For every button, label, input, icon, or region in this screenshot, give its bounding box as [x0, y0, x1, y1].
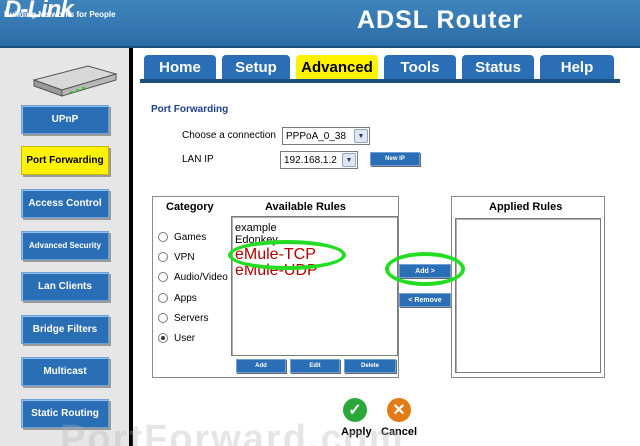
- category-label: Audio/Video: [174, 271, 228, 283]
- category-games[interactable]: Games: [158, 230, 206, 244]
- highlight-circle: [228, 240, 346, 270]
- product-title: ADSL Router: [357, 6, 524, 34]
- logo-tagline: Building Networks for People: [4, 10, 116, 19]
- sidebar-item-advanced-security[interactable]: Advanced Security: [21, 231, 109, 260]
- category-label: Apps: [174, 292, 197, 304]
- sidebar-item-port-forwarding[interactable]: Port Forwarding: [21, 146, 109, 175]
- lan-ip-select-value: 192.168.1.2: [284, 154, 337, 166]
- delete-rule-button[interactable]: Delete: [344, 359, 396, 373]
- lan-ip-select[interactable]: 192.168.1.2 ▼: [280, 151, 358, 169]
- tab-underline: [140, 79, 620, 83]
- new-ip-button[interactable]: New IP: [370, 152, 420, 166]
- connection-select[interactable]: PPPoA_0_38 ▼: [282, 127, 370, 145]
- sidebar-divider: [129, 48, 133, 446]
- router-device-icon: [32, 65, 118, 97]
- chevron-down-icon: ▼: [354, 129, 368, 143]
- add-rule-def-button[interactable]: Add: [236, 359, 286, 373]
- sidebar-item-multicast[interactable]: Multicast: [21, 357, 109, 386]
- edit-rule-button[interactable]: Edit: [290, 359, 340, 373]
- category-label: VPN: [174, 251, 195, 263]
- chevron-down-icon: ▼: [342, 153, 356, 167]
- category-label: Servers: [174, 312, 209, 324]
- highlight-circle: [385, 252, 465, 286]
- radio-icon: [158, 232, 168, 242]
- tab-home[interactable]: Home: [142, 53, 218, 79]
- category-vpn[interactable]: VPN: [158, 250, 195, 264]
- page-title: Port Forwarding: [151, 104, 229, 115]
- radio-icon: [158, 272, 168, 282]
- connection-select-value: PPPoA_0_38: [286, 130, 347, 142]
- list-item[interactable]: example: [235, 222, 277, 234]
- radio-icon: [158, 293, 168, 303]
- tab-status[interactable]: Status: [460, 53, 536, 79]
- sidebar-item-bridge-filters[interactable]: Bridge Filters: [21, 315, 109, 344]
- remove-from-applied-button[interactable]: < Remove: [399, 293, 451, 307]
- tab-help[interactable]: Help: [538, 53, 616, 79]
- applied-rules-list[interactable]: [455, 218, 601, 373]
- radio-selected-icon: [158, 333, 168, 343]
- category-label: User: [174, 332, 196, 344]
- header-bar: D-Link Building Networks for People ADSL…: [0, 0, 640, 48]
- category-audio-video[interactable]: Audio/Video: [158, 270, 228, 284]
- category-user[interactable]: User: [158, 331, 195, 345]
- lan-ip-label: LAN IP: [182, 154, 214, 165]
- router-admin-page: D-Link Building Networks for People ADSL…: [0, 0, 640, 446]
- sidebar-item-upnp[interactable]: UPnP: [21, 105, 109, 134]
- available-rules-header: Available Rules: [265, 201, 346, 213]
- sidebar-item-access-control[interactable]: Access Control: [21, 189, 109, 218]
- category-label: Games: [174, 231, 207, 243]
- category-header: Category: [166, 201, 214, 213]
- available-rules-list[interactable]: example Edonkey eMule-TCP eMule-UDP: [231, 216, 398, 356]
- applied-rules-header: Applied Rules: [489, 201, 563, 213]
- watermark: PortForward.com: [60, 418, 405, 446]
- tab-setup[interactable]: Setup: [220, 53, 292, 79]
- category-apps[interactable]: Apps: [158, 291, 197, 305]
- tab-tools[interactable]: Tools: [382, 53, 458, 79]
- radio-icon: [158, 252, 168, 262]
- tab-advanced[interactable]: Advanced: [294, 53, 380, 79]
- connection-label: Choose a connection: [182, 130, 276, 141]
- category-servers[interactable]: Servers: [158, 311, 208, 325]
- radio-icon: [158, 313, 168, 323]
- sidebar-item-lan-clients[interactable]: Lan Clients: [21, 272, 109, 301]
- top-nav-tabs: Home Setup Advanced Tools Status Help: [140, 53, 620, 79]
